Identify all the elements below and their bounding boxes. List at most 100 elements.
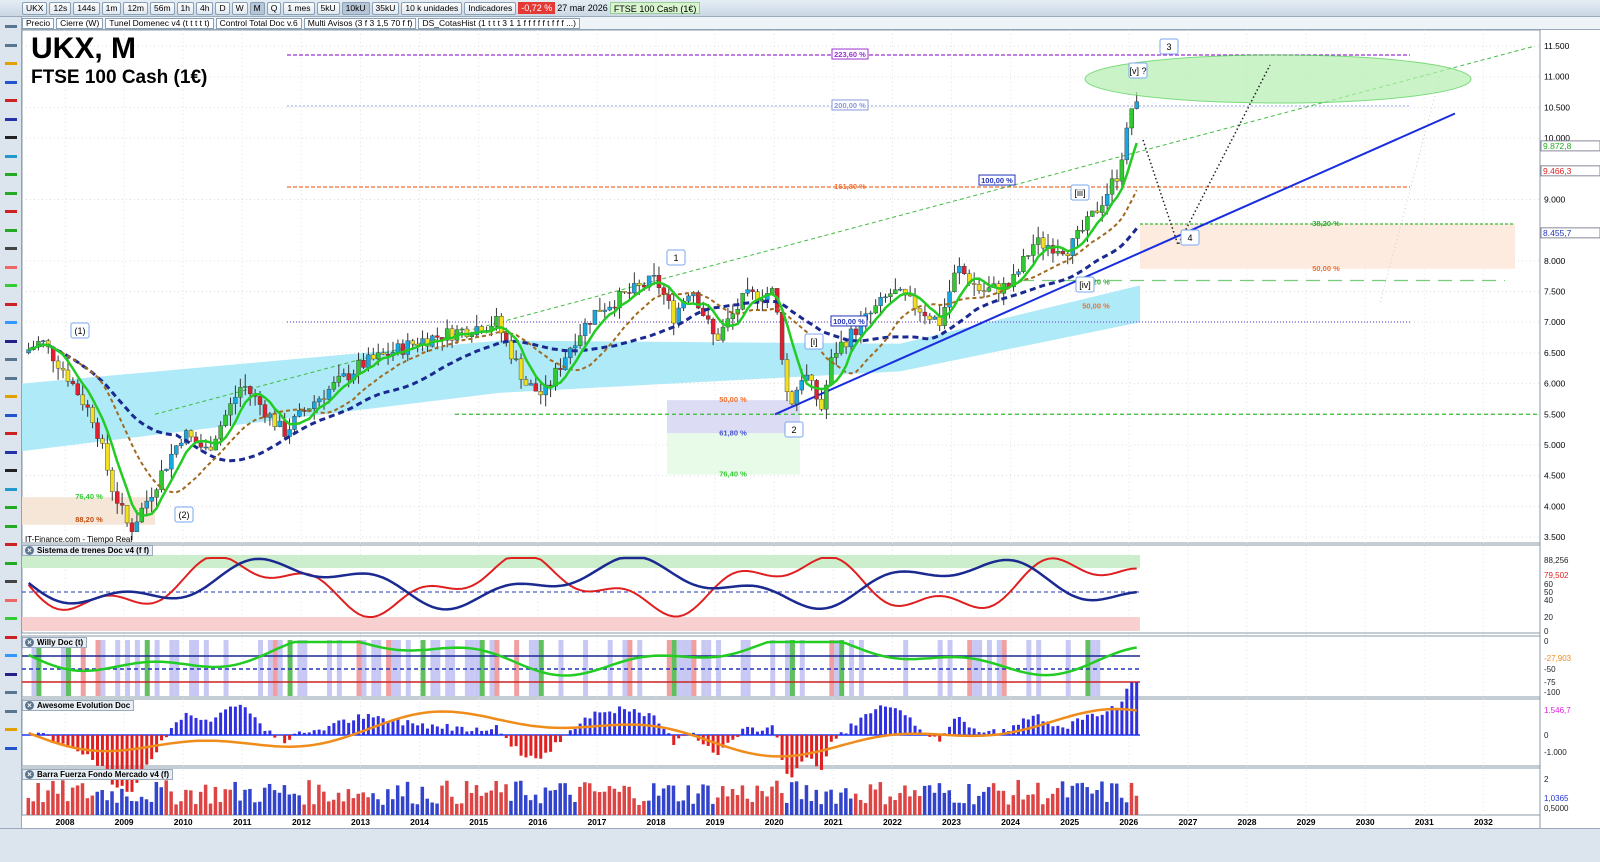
panel-title-trenes[interactable]: Sistema de trenes Doc v4 (f f) bbox=[22, 545, 154, 556]
barra-bar bbox=[720, 786, 725, 815]
barra-bar bbox=[371, 793, 375, 815]
awesome-bar bbox=[578, 723, 582, 735]
candle bbox=[1026, 255, 1031, 257]
willy-bar bbox=[533, 640, 539, 696]
barra-bar bbox=[1026, 794, 1030, 815]
barra-bar bbox=[932, 792, 937, 815]
willy-bar bbox=[494, 640, 500, 696]
awesome-bar bbox=[440, 728, 444, 735]
barra-bar bbox=[144, 799, 149, 815]
barra-bar bbox=[597, 792, 602, 815]
awesome-bar bbox=[475, 727, 479, 735]
willy-bar bbox=[937, 640, 943, 696]
candle bbox=[770, 288, 775, 294]
candle bbox=[587, 323, 593, 325]
awesome-bar bbox=[549, 735, 553, 752]
candle bbox=[582, 323, 588, 336]
barra-bar bbox=[346, 789, 351, 815]
awesome-bar bbox=[164, 735, 168, 738]
awesome-bar bbox=[898, 710, 902, 735]
candle bbox=[238, 387, 243, 398]
barra-bar bbox=[51, 780, 55, 815]
candle bbox=[976, 283, 982, 291]
candle bbox=[90, 407, 95, 423]
barra-bar bbox=[1021, 799, 1025, 815]
awesome-bar bbox=[1100, 714, 1104, 735]
data-source: IT-Finance.com - Tiempo Real bbox=[25, 535, 133, 544]
barra-bar bbox=[957, 802, 961, 815]
barra-bar bbox=[248, 788, 252, 815]
candle bbox=[469, 334, 475, 337]
awesome-bar bbox=[775, 735, 779, 738]
barra-bar bbox=[696, 793, 700, 815]
panel-title-barra[interactable]: Barra Fuerza Fondo Mercado v4 (f) bbox=[22, 769, 174, 780]
barra-bar bbox=[903, 785, 907, 815]
candle bbox=[888, 293, 893, 298]
willy-bar bbox=[1036, 640, 1042, 696]
panel-title-awesome[interactable]: Awesome Evolution Doc bbox=[22, 700, 135, 711]
willy-bar bbox=[194, 640, 200, 696]
awesome-bar bbox=[194, 717, 198, 735]
awesome-bar bbox=[1105, 711, 1109, 735]
awesome-bar bbox=[470, 731, 474, 735]
chart-canvas[interactable]: 11.50011.00010.50010.0009.0008.0007.5007… bbox=[0, 0, 1600, 862]
awesome-bar bbox=[1125, 688, 1129, 735]
awesome-bar bbox=[770, 725, 774, 735]
candle bbox=[932, 316, 937, 320]
awesome-bar bbox=[682, 735, 686, 736]
candle bbox=[1031, 244, 1036, 256]
barra-bar bbox=[760, 791, 764, 815]
awesome-bar bbox=[160, 735, 164, 741]
candle bbox=[602, 309, 607, 312]
candle bbox=[233, 397, 238, 404]
barra-bar bbox=[1011, 795, 1016, 815]
candle bbox=[198, 442, 204, 448]
willy-bar bbox=[174, 640, 180, 696]
candle bbox=[356, 360, 361, 375]
awesome-bar bbox=[854, 725, 858, 735]
panel-title-willy[interactable]: Willy Doc (t) bbox=[22, 637, 88, 648]
candle bbox=[607, 306, 612, 311]
candle bbox=[637, 283, 642, 286]
willy-bar bbox=[627, 640, 633, 696]
awesome-bar bbox=[391, 721, 395, 735]
awesome-bar bbox=[869, 713, 873, 735]
candle bbox=[651, 275, 657, 277]
awesome-bar bbox=[948, 726, 952, 735]
barra-bar bbox=[1090, 793, 1094, 815]
barra-bar bbox=[317, 784, 321, 815]
candle bbox=[962, 266, 967, 274]
price-tick: 9.000 bbox=[1544, 194, 1566, 204]
year-tick: 2027 bbox=[1178, 817, 1197, 827]
willy-bar bbox=[706, 640, 712, 696]
candle bbox=[1070, 238, 1075, 256]
candle bbox=[1114, 178, 1120, 182]
barra-bar bbox=[267, 783, 272, 815]
barra-bar bbox=[312, 804, 316, 815]
candle bbox=[957, 266, 962, 274]
chart-title: UKX, M bbox=[31, 32, 136, 65]
candle bbox=[917, 308, 923, 313]
awesome-bar bbox=[450, 730, 454, 735]
awesome-bar bbox=[765, 727, 769, 735]
willy-bar bbox=[558, 640, 564, 696]
awesome-bar bbox=[283, 735, 287, 744]
price-tick: 10.500 bbox=[1544, 102, 1570, 112]
awesome-bar bbox=[726, 735, 730, 743]
panel-axis-tick: -1.000 bbox=[1544, 748, 1567, 757]
barra-bar bbox=[376, 799, 380, 815]
barra-bar bbox=[400, 796, 405, 815]
price-tick: 6.000 bbox=[1544, 379, 1566, 389]
willy-bar bbox=[607, 640, 613, 696]
awesome-bar bbox=[529, 735, 533, 756]
year-tick: 2021 bbox=[824, 817, 843, 827]
awesome-bar bbox=[36, 732, 40, 735]
awesome-bar bbox=[839, 732, 843, 735]
barra-bar bbox=[967, 784, 971, 815]
candle bbox=[115, 491, 120, 504]
awesome-bar bbox=[494, 725, 498, 735]
price-tick: 11.500 bbox=[1544, 41, 1570, 51]
target-ellipse[interactable] bbox=[1084, 54, 1472, 104]
barra-bar bbox=[184, 789, 188, 815]
year-tick: 2031 bbox=[1415, 817, 1434, 827]
